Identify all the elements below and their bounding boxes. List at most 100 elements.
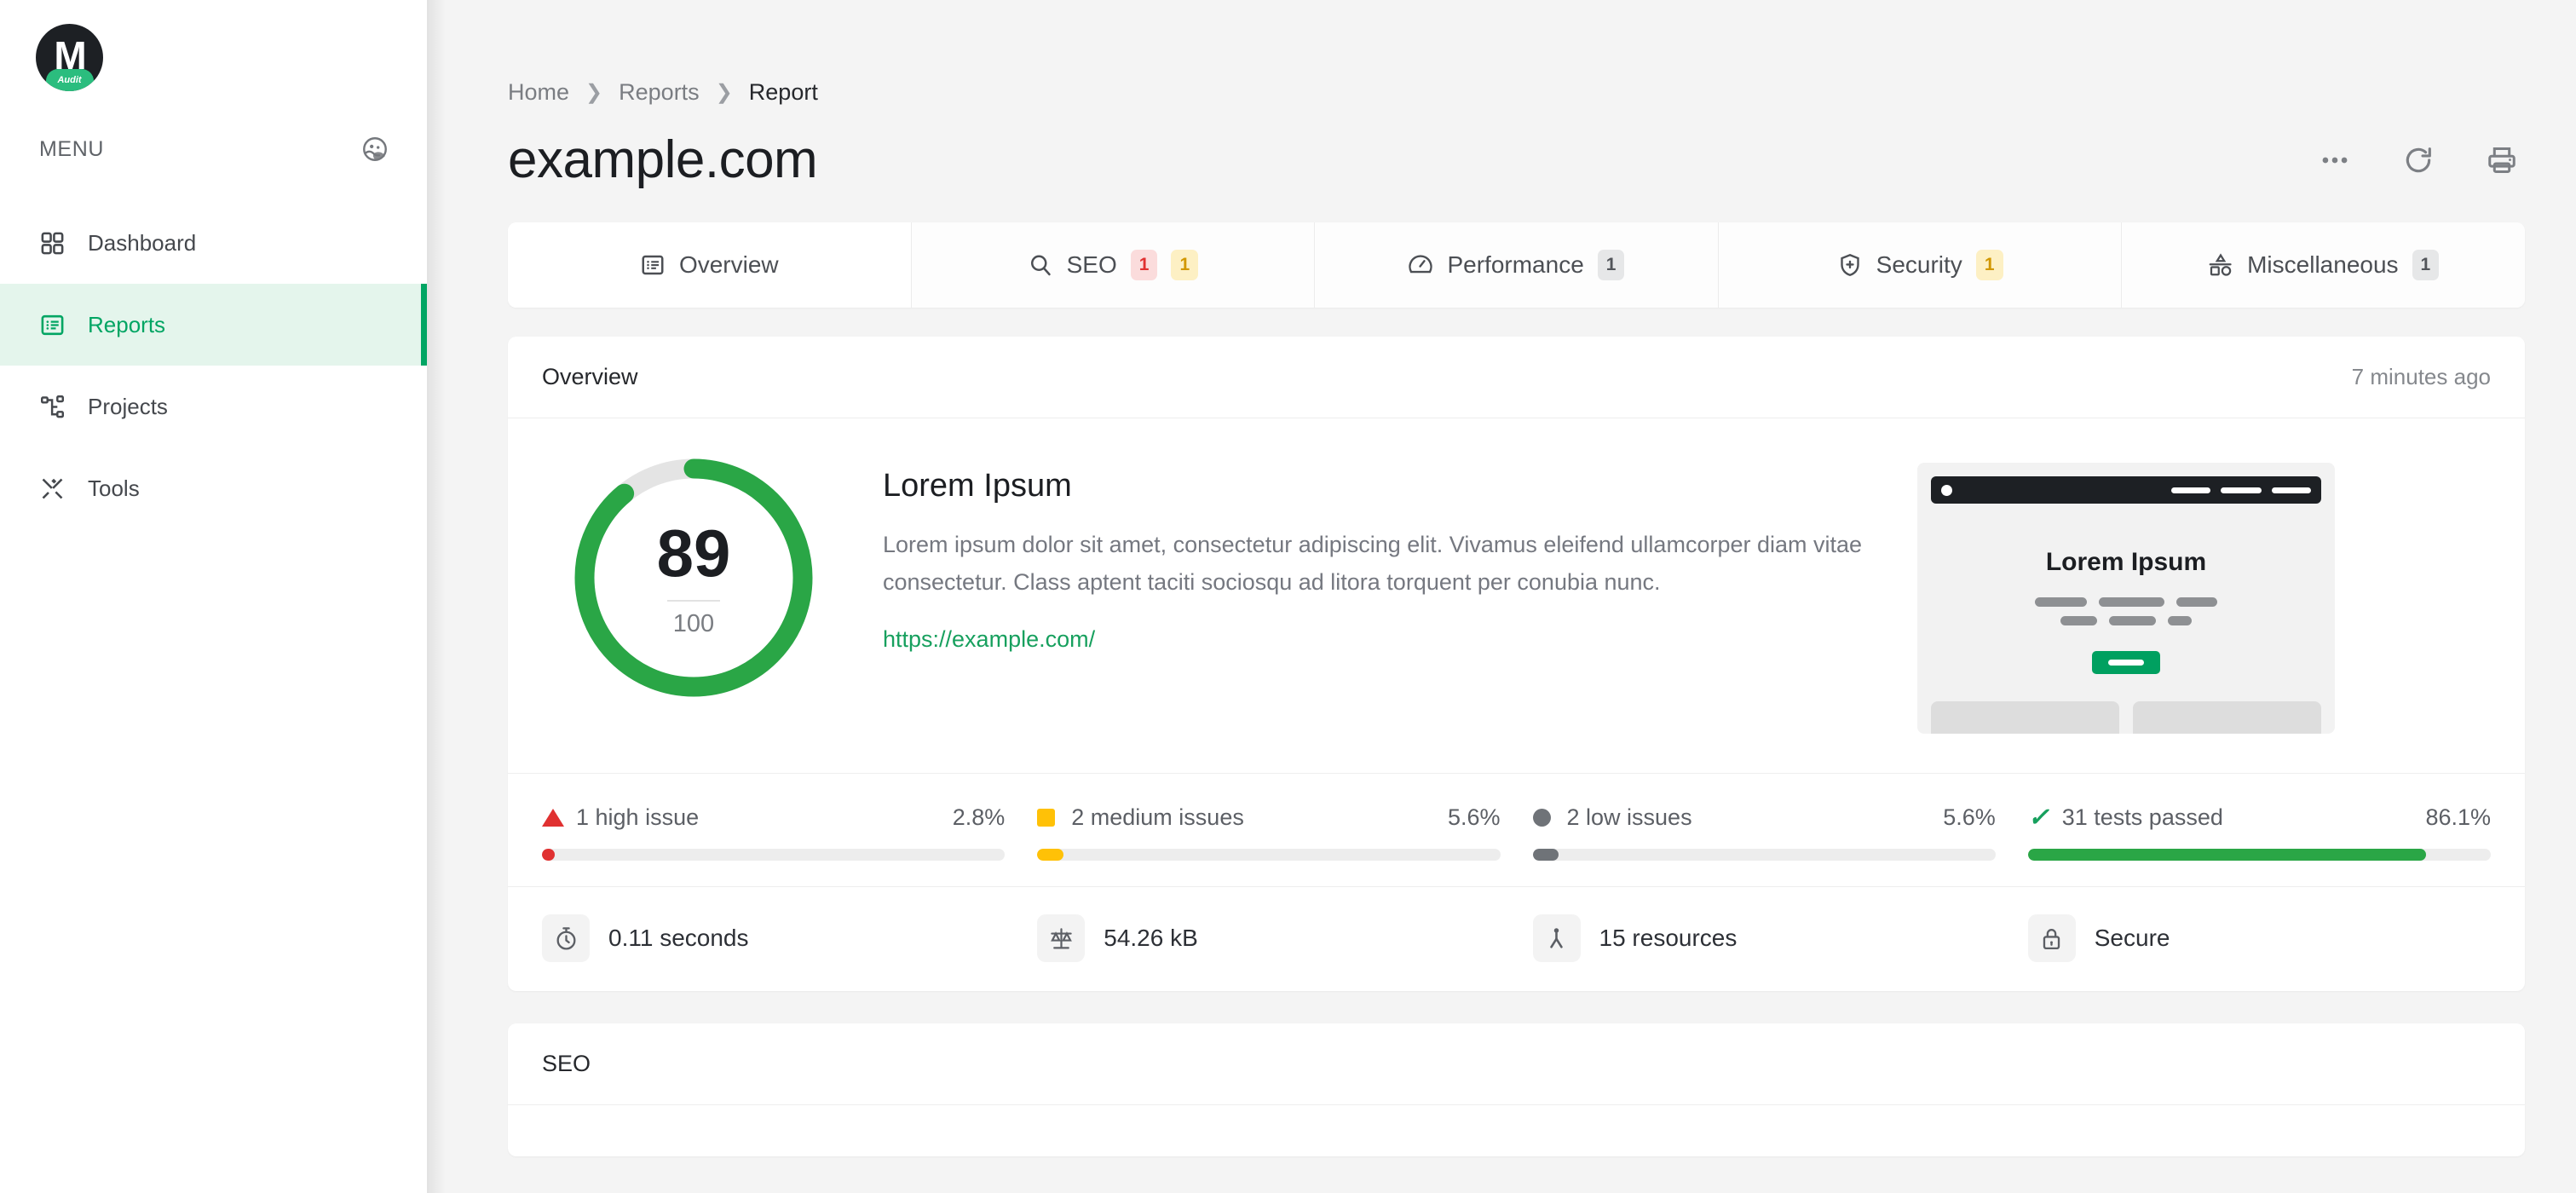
shapes-icon <box>2208 252 2233 278</box>
breadcrumb-item-home[interactable]: Home <box>508 79 569 106</box>
refresh-icon[interactable] <box>2402 144 2435 176</box>
main-content: Home ❯ Reports ❯ Report example.com Over… <box>427 0 2576 1193</box>
placeholder-bar <box>2176 597 2217 607</box>
tab-seo[interactable]: SEO 1 1 <box>911 222 1316 308</box>
tab-overview[interactable]: Overview <box>508 222 912 308</box>
sidebar-item-reports[interactable]: Reports <box>0 284 427 366</box>
metric-label: 0.11 seconds <box>608 925 749 951</box>
site-preview-wrap: Lorem Ipsum <box>1917 456 2335 734</box>
window-dot-icon <box>1941 484 1952 496</box>
preview-heading: Lorem Ipsum <box>2045 548 2207 576</box>
metrics-row: 0.11 seconds 54.26 kB 15 resources Secur… <box>508 887 2525 991</box>
shield-icon <box>1837 252 1863 278</box>
site-url-link[interactable]: https://example.com/ <box>883 626 1095 653</box>
overview-card-header: Overview 7 minutes ago <box>508 337 2525 418</box>
tab-label: Security <box>1876 251 1962 278</box>
report-tabs: Overview SEO 1 1 Performance 1 Security … <box>508 222 2525 308</box>
tab-security[interactable]: Security 1 <box>1718 222 2123 308</box>
card-title: Overview <box>542 364 638 389</box>
sidebar-item-dashboard[interactable]: Dashboard <box>0 202 427 284</box>
issue-progress-bar <box>542 849 1006 861</box>
face-mask-icon[interactable] <box>360 135 389 164</box>
site-summary-description: Lorem ipsum dolor sit amet, consectetur … <box>883 532 1863 595</box>
site-summary-title: Lorem Ipsum <box>883 468 1072 504</box>
page-title: example.com <box>508 130 818 189</box>
list-panel-icon <box>39 312 66 338</box>
tools-icon <box>39 475 66 502</box>
metric-security: Secure <box>2027 914 2491 962</box>
score-gauge-wrap: 89 100 <box>542 456 845 700</box>
status-badge: 1 <box>1597 250 1625 280</box>
placeholder-bar <box>2060 616 2097 625</box>
overview-hero: 89 100 Lorem Ipsum Lorem ipsum dolor sit… <box>508 418 2525 774</box>
issue-percent: 5.6% <box>1943 804 1996 830</box>
status-badge: 1 <box>1171 250 1199 280</box>
status-badge: 1 <box>1975 250 2003 280</box>
score-value: 89 <box>656 515 731 591</box>
metric-resources: 15 resources <box>1532 914 1996 962</box>
preview-browser-bar <box>1931 476 2321 504</box>
status-badge: 1 <box>1130 250 1158 280</box>
sidebar-item-label: Tools <box>88 475 140 501</box>
tab-label: Miscellaneous <box>2247 251 2399 278</box>
metric-label: 15 resources <box>1599 925 1738 951</box>
issue-percent: 86.1% <box>2425 804 2491 830</box>
sidebar-item-label: Projects <box>88 393 168 419</box>
issue-percent: 5.6% <box>1447 804 1501 830</box>
overview-card: Overview 7 minutes ago 89 100 Lorem Ipsu… <box>508 337 2525 991</box>
breadcrumb-item-reports[interactable]: Reports <box>619 79 700 106</box>
sidebar-item-label: Reports <box>88 311 166 337</box>
site-preview-thumbnail[interactable]: Lorem Ipsum <box>1917 463 2335 734</box>
last-updated-text: 7 minutes ago <box>2351 364 2491 389</box>
tab-label: SEO <box>1066 251 1117 278</box>
sidebar-item-projects[interactable]: Projects <box>0 366 427 447</box>
lock-icon <box>2027 914 2076 962</box>
low-severity-icon <box>1532 809 1555 827</box>
print-icon[interactable] <box>2486 144 2518 176</box>
status-badge: 1 <box>2412 250 2440 280</box>
chevron-right-icon: ❯ <box>715 81 733 104</box>
issue-stat-passed: ✓ 31 tests passed 86.1% <box>2027 804 2491 861</box>
logo-wrap: M Audit <box>0 0 427 91</box>
search-icon <box>1028 252 1053 278</box>
issue-stat-medium: 2 medium issues 5.6% <box>1037 804 1501 861</box>
stopwatch-icon <box>542 914 590 962</box>
high-severity-icon <box>542 809 564 827</box>
placeholder-bar <box>2272 487 2311 493</box>
seo-card-header: SEO <box>508 1023 2525 1105</box>
issue-label: 2 low issues <box>1566 804 1692 830</box>
placeholder-bar <box>2171 487 2210 493</box>
breadcrumb: Home ❯ Reports ❯ Report <box>508 0 2525 106</box>
title-row: example.com <box>508 130 2525 190</box>
ellipsis-icon[interactable] <box>2319 144 2351 176</box>
issue-label: 1 high issue <box>576 804 700 830</box>
menu-label: MENU <box>39 136 105 161</box>
tab-miscellaneous[interactable]: Miscellaneous 1 <box>2122 222 2525 308</box>
seo-card-body <box>508 1105 2525 1156</box>
placeholder-bar <box>2109 616 2156 625</box>
chevron-right-icon: ❯ <box>585 81 603 104</box>
sitemap-icon <box>39 394 66 420</box>
title-actions <box>2319 144 2525 176</box>
issue-stat-low: 2 low issues 5.6% <box>1532 804 1996 861</box>
app-logo[interactable]: M Audit <box>36 24 103 91</box>
score-gauge: 89 100 <box>572 456 815 700</box>
preview-cards <box>1931 701 2321 734</box>
sidebar-item-tools[interactable]: Tools <box>0 447 427 529</box>
tab-performance[interactable]: Performance 1 <box>1315 222 1719 308</box>
metric-label: 54.26 kB <box>1104 925 1198 951</box>
metric-load-time: 0.11 seconds <box>542 914 1005 962</box>
tab-label: Overview <box>678 251 779 278</box>
score-gauge-text: 89 100 <box>572 456 815 700</box>
card-title: SEO <box>542 1051 591 1076</box>
placeholder-bar <box>2035 597 2087 607</box>
issue-summary-row: 1 high issue 2.8% 2 medium issues 5.6% 2… <box>508 774 2525 887</box>
sidebar-item-label: Dashboard <box>88 229 197 256</box>
logo-badge-text: Audit <box>57 75 82 85</box>
breadcrumb-item-report: Report <box>748 79 818 105</box>
metric-page-size: 54.26 kB <box>1037 914 1500 962</box>
grid-icon <box>39 230 66 256</box>
issue-progress-bar <box>2027 849 2491 861</box>
tab-label: Performance <box>1447 251 1584 278</box>
issue-label: 2 medium issues <box>1071 804 1244 830</box>
